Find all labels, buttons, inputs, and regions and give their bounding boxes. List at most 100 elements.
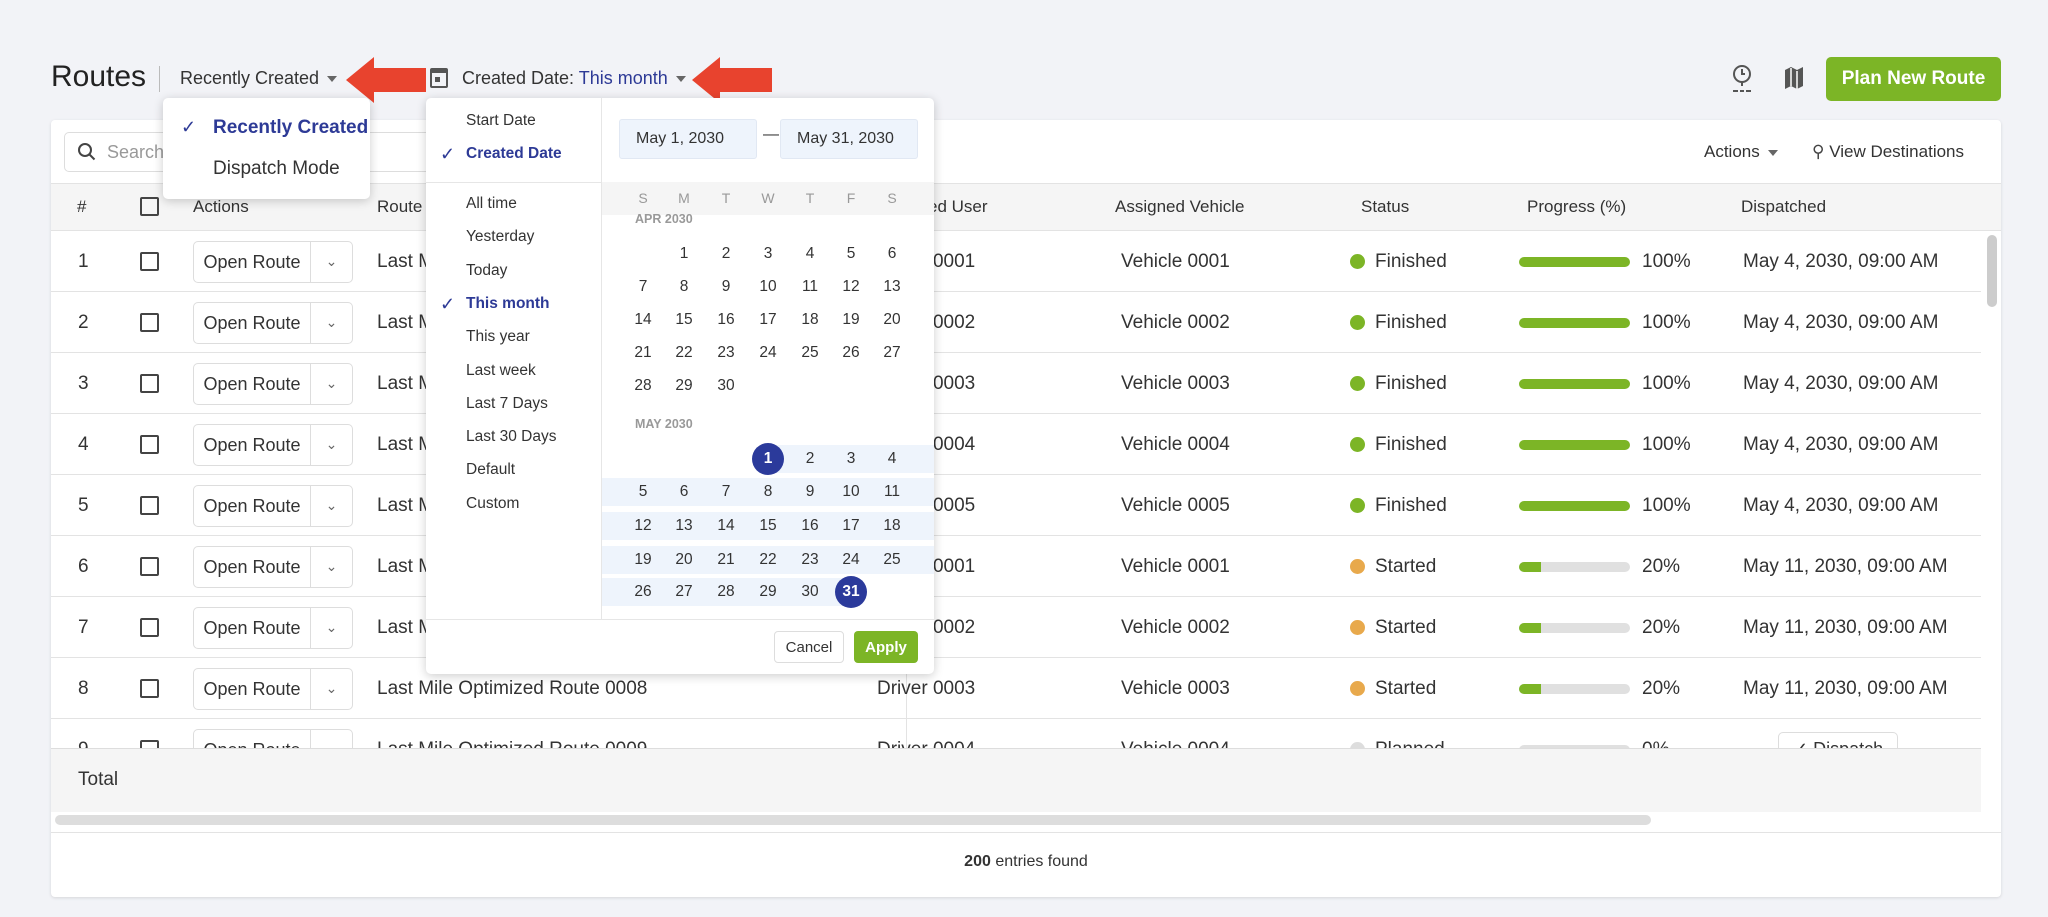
- preset-this-year[interactable]: This year: [466, 328, 530, 346]
- calendar-day[interactable]: 2: [710, 238, 742, 270]
- start-date-input[interactable]: May 1, 2030: [619, 119, 757, 159]
- calendar-day[interactable]: 30: [794, 576, 826, 608]
- calendar-day[interactable]: 19: [627, 544, 659, 576]
- calendar-day[interactable]: 5: [627, 476, 659, 508]
- row-checkbox[interactable]: [140, 496, 159, 515]
- calendar-day[interactable]: 10: [835, 476, 867, 508]
- calendar-day[interactable]: 23: [794, 544, 826, 576]
- row-checkbox[interactable]: [140, 618, 159, 637]
- view-destinations-button[interactable]: ⚲ View Destinations: [1812, 142, 1964, 162]
- sort-dropdown[interactable]: Recently Created: [180, 68, 338, 89]
- calendar-day[interactable]: 10: [752, 271, 784, 303]
- row-checkbox[interactable]: [140, 313, 159, 332]
- preset-yesterday[interactable]: Yesterday: [466, 228, 534, 246]
- preset-all-time[interactable]: All time: [466, 195, 517, 213]
- date-type-created-date[interactable]: Created Date: [466, 145, 562, 163]
- chevron-down-icon[interactable]: ⌄: [311, 497, 352, 514]
- calendar-day[interactable]: 22: [752, 544, 784, 576]
- plan-new-route-button[interactable]: Plan New Route: [1826, 57, 2001, 101]
- calendar-day[interactable]: 25: [794, 337, 826, 369]
- row-checkbox[interactable]: [140, 740, 159, 748]
- clock-pin-icon[interactable]: [1730, 64, 1754, 94]
- chevron-down-icon[interactable]: ⌄: [311, 680, 352, 697]
- calendar-day[interactable]: 20: [876, 304, 908, 336]
- calendar-day[interactable]: 13: [876, 271, 908, 303]
- calendar-day[interactable]: 28: [710, 576, 742, 608]
- calendar-day[interactable]: 4: [876, 443, 908, 475]
- apply-button[interactable]: Apply: [854, 631, 918, 663]
- calendar-day[interactable]: 15: [752, 510, 784, 542]
- calendar-day[interactable]: 7: [710, 476, 742, 508]
- calendar-day[interactable]: 6: [876, 238, 908, 270]
- calendar-day[interactable]: 29: [752, 576, 784, 608]
- preset-today[interactable]: Today: [466, 262, 507, 280]
- calendar-day[interactable]: 22: [668, 337, 700, 369]
- calendar-day[interactable]: 28: [627, 370, 659, 402]
- calendar-day[interactable]: 11: [876, 476, 908, 508]
- actions-dropdown[interactable]: Actions: [1704, 142, 1778, 162]
- calendar-day[interactable]: 17: [752, 304, 784, 336]
- selected-day[interactable]: 31: [835, 576, 867, 608]
- calendar-day[interactable]: 9: [794, 476, 826, 508]
- calendar-day[interactable]: 17: [835, 510, 867, 542]
- calendar-day[interactable]: 29: [668, 370, 700, 402]
- calendar-day[interactable]: 19: [835, 304, 867, 336]
- preset-default[interactable]: Default: [466, 461, 515, 479]
- calendar-day[interactable]: 14: [627, 304, 659, 336]
- calendar-day[interactable]: 26: [835, 337, 867, 369]
- open-route-button[interactable]: Open Route: [194, 607, 311, 648]
- open-route-button[interactable]: Open Route: [194, 363, 311, 404]
- select-all-checkbox[interactable]: [140, 197, 159, 216]
- cancel-button[interactable]: Cancel: [774, 631, 844, 663]
- open-route-button[interactable]: Open Route: [194, 668, 311, 709]
- calendar-day[interactable]: 12: [627, 510, 659, 542]
- open-route-button[interactable]: Open Route: [194, 424, 311, 465]
- row-checkbox[interactable]: [140, 252, 159, 271]
- open-route-button[interactable]: Open Route: [194, 241, 311, 282]
- sort-option-recently-created[interactable]: Recently Created: [213, 117, 368, 139]
- calendar-day[interactable]: 24: [835, 544, 867, 576]
- map-icon[interactable]: [1783, 66, 1805, 90]
- row-checkbox[interactable]: [140, 374, 159, 393]
- calendar-day[interactable]: 2: [794, 443, 826, 475]
- calendar-day[interactable]: 13: [668, 510, 700, 542]
- open-route-button[interactable]: Open Route: [194, 485, 311, 526]
- calendar-day[interactable]: 18: [876, 510, 908, 542]
- calendar-day[interactable]: 12: [835, 271, 867, 303]
- calendar-day[interactable]: 8: [668, 271, 700, 303]
- chevron-down-icon[interactable]: ⌄: [311, 558, 352, 575]
- chevron-down-icon[interactable]: ⌄: [311, 314, 352, 331]
- calendar-day[interactable]: 5: [835, 238, 867, 270]
- calendar-day[interactable]: 7: [627, 271, 659, 303]
- calendar-day[interactable]: 26: [627, 576, 659, 608]
- chevron-down-icon[interactable]: ⌄: [311, 741, 352, 748]
- calendar-day[interactable]: 27: [876, 337, 908, 369]
- date-type-start-date[interactable]: Start Date: [466, 112, 536, 130]
- calendar-day[interactable]: 9: [710, 271, 742, 303]
- preset-last-7-days[interactable]: Last 7 Days: [466, 395, 548, 413]
- row-checkbox[interactable]: [140, 557, 159, 576]
- row-checkbox[interactable]: [140, 435, 159, 454]
- calendar-day[interactable]: 21: [710, 544, 742, 576]
- chevron-down-icon[interactable]: ⌄: [311, 436, 352, 453]
- selected-day[interactable]: 1: [752, 443, 784, 475]
- preset-last-week[interactable]: Last week: [466, 362, 536, 380]
- calendar-day[interactable]: 1: [668, 238, 700, 270]
- open-route-button[interactable]: Open Route: [194, 546, 311, 587]
- preset-last-30-days[interactable]: Last 30 Days: [466, 428, 556, 446]
- route-name[interactable]: Last Mile Optimized Route 0009: [377, 719, 647, 749]
- chevron-down-icon[interactable]: ⌄: [311, 619, 352, 636]
- preset-custom[interactable]: Custom: [466, 495, 519, 513]
- calendar-day[interactable]: 16: [794, 510, 826, 542]
- calendar-day[interactable]: 15: [668, 304, 700, 336]
- calendar-day[interactable]: 24: [752, 337, 784, 369]
- chevron-down-icon[interactable]: ⌄: [311, 253, 352, 270]
- calendar-day[interactable]: 20: [668, 544, 700, 576]
- calendar-day[interactable]: 4: [794, 238, 826, 270]
- chevron-down-icon[interactable]: ⌄: [311, 375, 352, 392]
- end-date-input[interactable]: May 31, 2030: [780, 119, 918, 159]
- vertical-scrollbar[interactable]: [1987, 235, 1997, 307]
- open-route-button[interactable]: Open Route: [194, 302, 311, 343]
- calendar-day[interactable]: 3: [835, 443, 867, 475]
- calendar-day[interactable]: 18: [794, 304, 826, 336]
